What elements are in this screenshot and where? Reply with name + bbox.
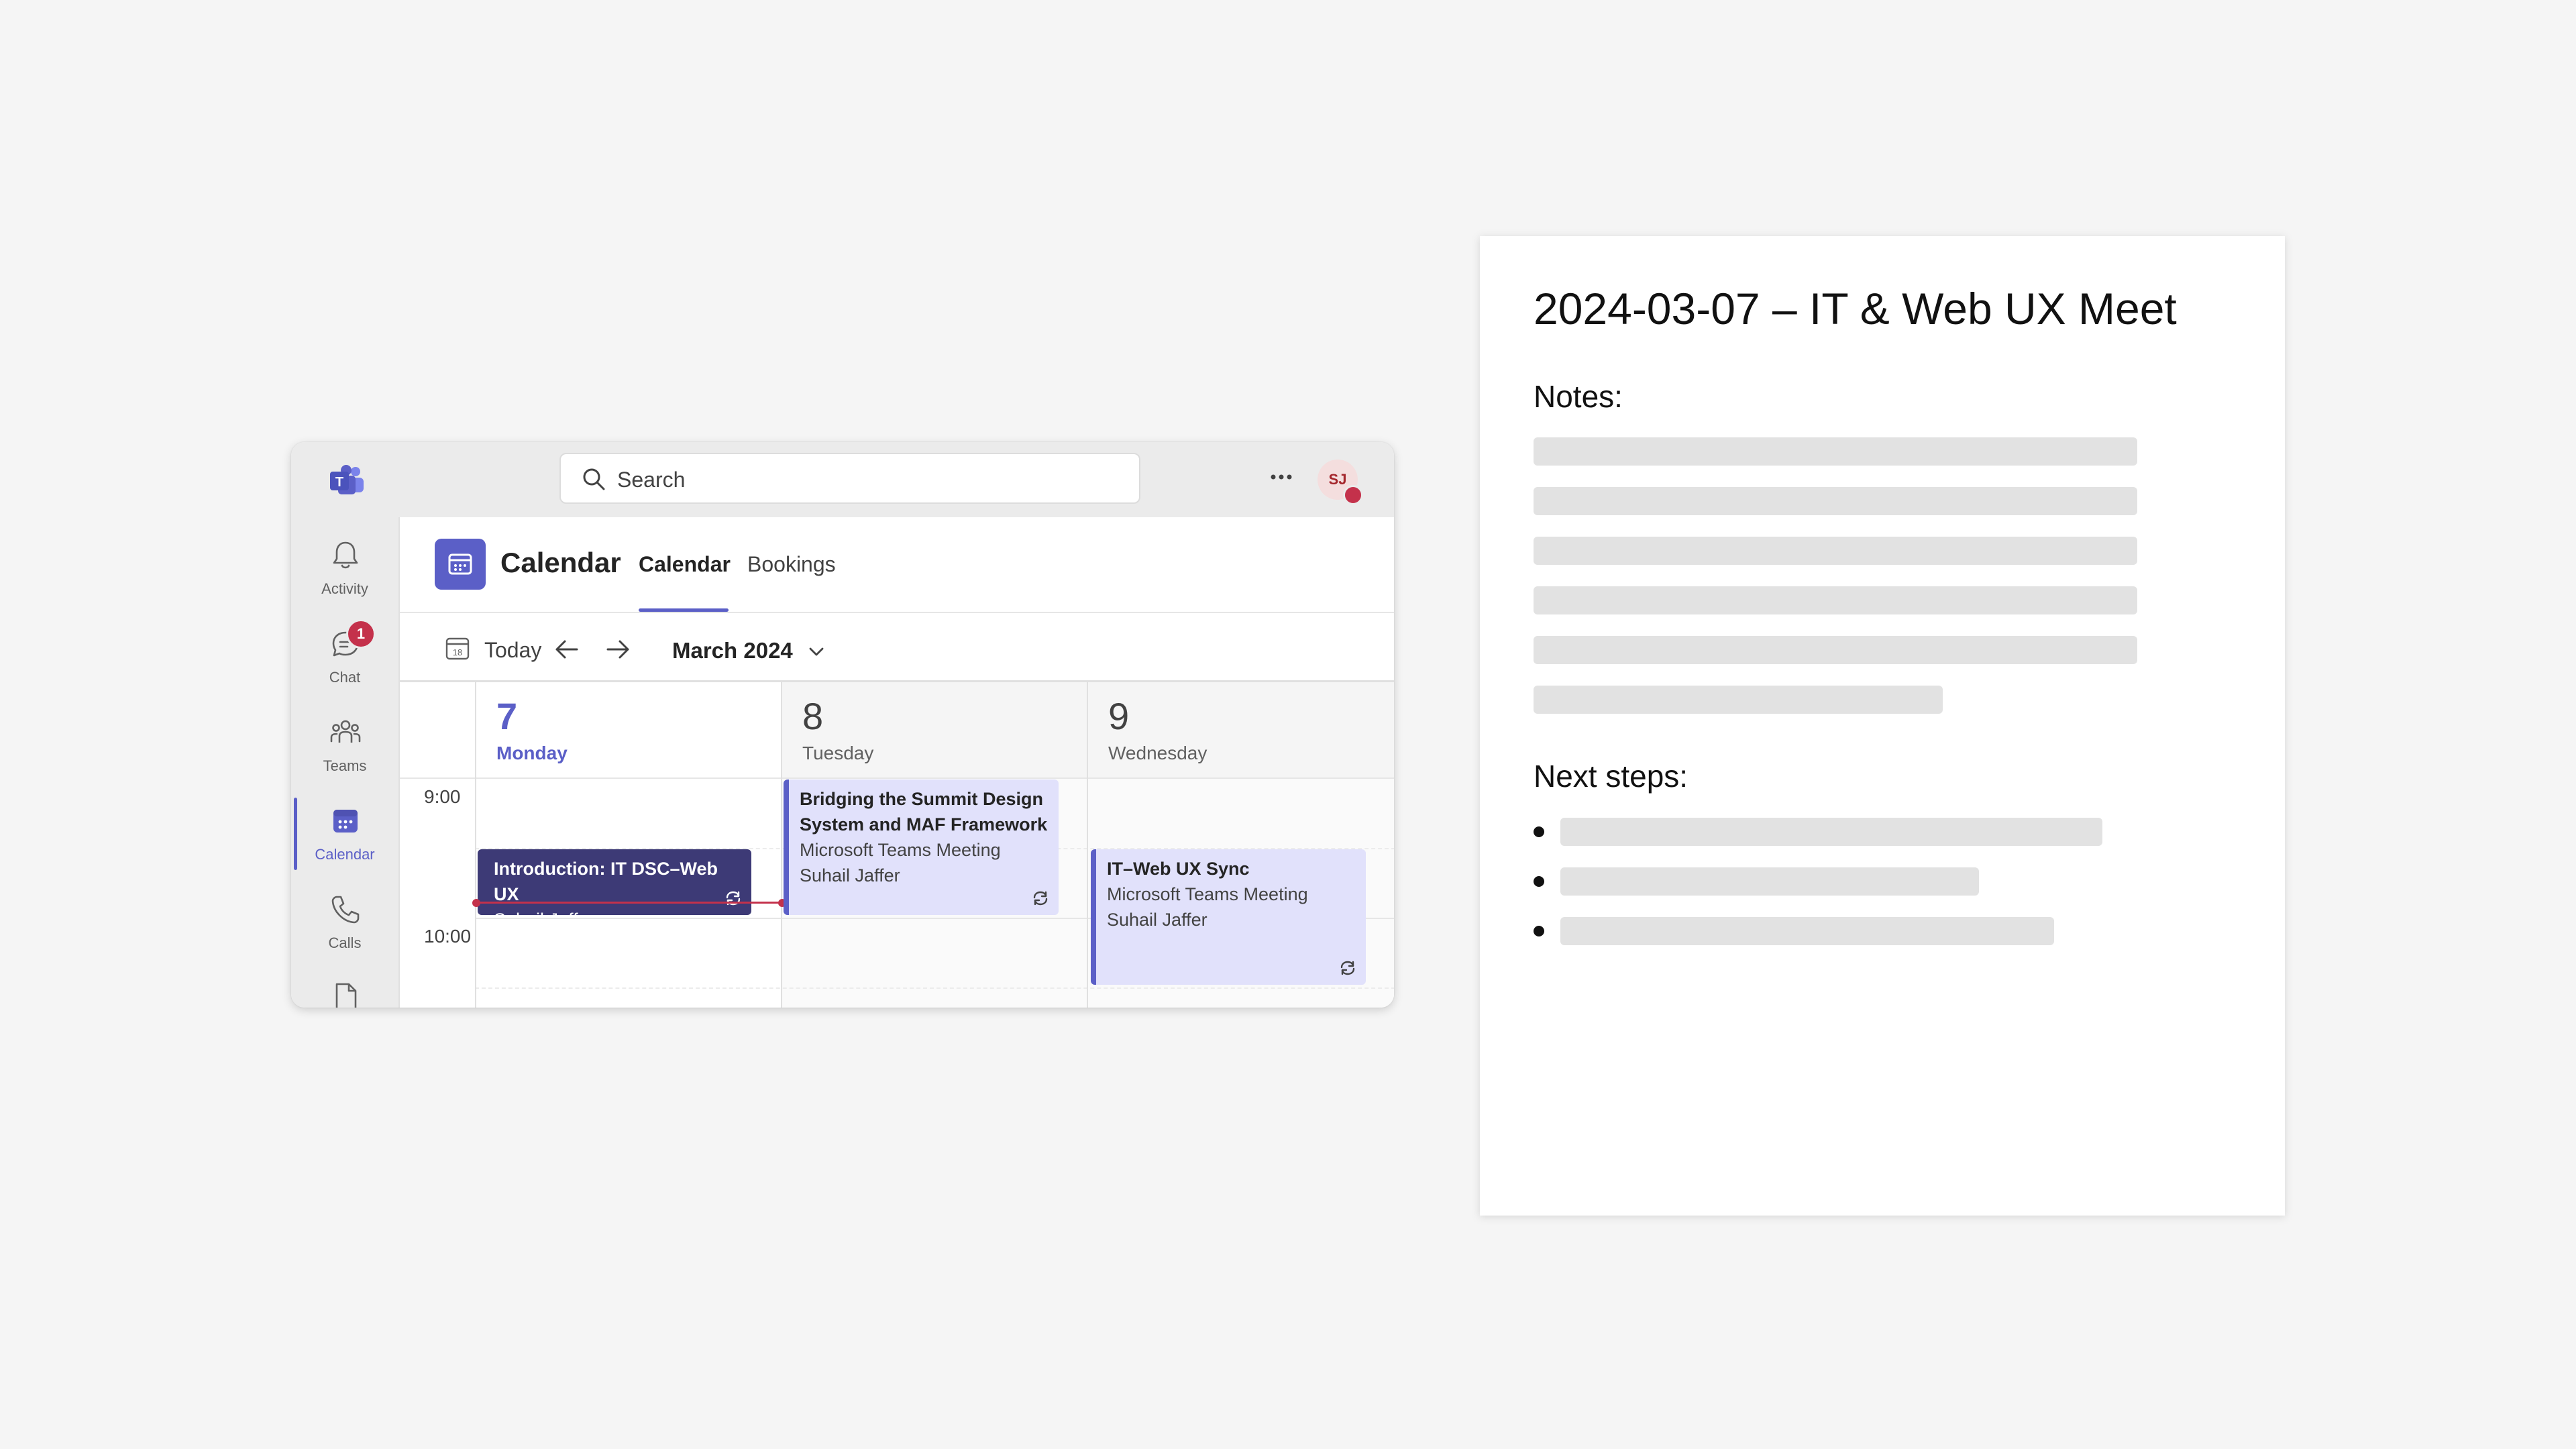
app-rail: Activity 1 Chat Teams Calendar Calls bbox=[291, 517, 398, 1008]
event-bridging-summit[interactable]: Bridging the Summit Design System and MA… bbox=[784, 780, 1059, 915]
event-organizer: Suhail Jaffer bbox=[800, 865, 900, 885]
file-icon bbox=[335, 983, 357, 1008]
rail-label-calls: Calls bbox=[328, 934, 362, 951]
torn-edge bbox=[1480, 1173, 2285, 1214]
next-step-placeholder bbox=[1560, 818, 2102, 846]
search-input[interactable]: Search bbox=[559, 453, 1140, 504]
more-options-icon[interactable] bbox=[1261, 457, 1301, 497]
current-time-dot bbox=[472, 899, 480, 907]
title-bar: T Search SJ bbox=[291, 442, 1394, 517]
today-icon-number: 18 bbox=[453, 647, 462, 657]
arrow-left-icon[interactable] bbox=[551, 634, 582, 665]
week-grid: 7 Monday 8 Tuesday 9 Wednesday 9:00 10:0… bbox=[400, 680, 1394, 1008]
rail-label-activity: Activity bbox=[321, 580, 368, 597]
note-title: 2024-03-07 – IT & Web UX Meet bbox=[1534, 284, 2177, 333]
teams-window: T Search SJ Activity 1 Chat Teams Calend… bbox=[291, 442, 1394, 1008]
day-number: 8 bbox=[802, 695, 824, 737]
notes-placeholder-line bbox=[1534, 437, 2137, 466]
notes-placeholder-line bbox=[1534, 487, 2137, 515]
next-step-placeholder bbox=[1560, 917, 2054, 945]
presence-status-icon bbox=[1343, 485, 1363, 505]
recurring-icon bbox=[726, 891, 741, 906]
event-it-web-ux-sync[interactable]: IT–Web UX Sync Microsoft Teams Meeting S… bbox=[1091, 849, 1366, 985]
next-steps-heading: Next steps: bbox=[1534, 759, 1688, 794]
tab-calendar[interactable]: Calendar bbox=[639, 552, 731, 577]
page-title: Calendar bbox=[500, 547, 621, 578]
recurring-icon bbox=[1033, 891, 1048, 906]
next-step-placeholder bbox=[1560, 867, 1979, 896]
notes-heading: Notes: bbox=[1534, 379, 1623, 414]
notes-placeholder-line bbox=[1534, 686, 1943, 714]
time-label-9: 9:00 bbox=[424, 786, 461, 807]
bullet-dot bbox=[1534, 876, 1544, 887]
bell-icon bbox=[333, 541, 358, 569]
day-name: Monday bbox=[496, 743, 568, 763]
notes-placeholder-line bbox=[1534, 586, 2137, 614]
notes-placeholder-line bbox=[1534, 636, 2137, 664]
rail-label-calendar: Calendar bbox=[315, 846, 375, 863]
calendar-today-icon[interactable]: 18 bbox=[444, 635, 471, 662]
day-name: Tuesday bbox=[802, 743, 874, 763]
calendar-app-icon bbox=[435, 539, 486, 590]
calendar-main: Calendar Calendar Bookings 18 Today Marc… bbox=[398, 517, 1394, 1008]
chevron-down-icon[interactable] bbox=[805, 641, 828, 663]
event-organizer: Suhail Jaffer bbox=[1107, 910, 1208, 930]
event-title: Introduction: IT DSC–Web UX bbox=[494, 859, 718, 904]
rail-item-chat[interactable]: 1 Chat bbox=[291, 614, 398, 697]
event-title: Bridging the Summit Design System and MA… bbox=[800, 789, 1048, 835]
rail-item-activity[interactable]: Activity bbox=[291, 525, 398, 608]
current-time-line bbox=[476, 902, 782, 904]
event-location: Microsoft Teams Meeting bbox=[1107, 884, 1308, 904]
rail-label-teams: Teams bbox=[323, 757, 367, 774]
time-label-10: 10:00 bbox=[424, 926, 472, 947]
search-icon bbox=[583, 468, 605, 490]
arrow-right-icon[interactable] bbox=[602, 634, 633, 665]
rail-item-teams[interactable]: Teams bbox=[291, 702, 398, 786]
chat-unread-badge: 1 bbox=[346, 619, 376, 649]
day-number: 7 bbox=[496, 695, 518, 737]
bullet-dot bbox=[1534, 926, 1544, 936]
rail-label-chat: Chat bbox=[329, 669, 361, 686]
rail-item-calls[interactable]: Calls bbox=[291, 879, 398, 963]
event-location: Microsoft Teams Meeting bbox=[800, 840, 1001, 860]
phone-icon bbox=[331, 896, 360, 924]
recurring-icon bbox=[1340, 961, 1355, 975]
today-button[interactable]: Today bbox=[484, 638, 541, 663]
people-icon bbox=[330, 720, 361, 743]
rail-item-calendar[interactable]: Calendar bbox=[291, 791, 398, 874]
header-divider bbox=[400, 612, 1394, 613]
calendar-icon bbox=[333, 810, 358, 833]
rail-item-files[interactable] bbox=[291, 968, 398, 1008]
event-organizer: Suhail Jaffer bbox=[494, 907, 742, 915]
event-title: IT–Web UX Sync bbox=[1107, 859, 1250, 879]
month-selector[interactable]: March 2024 bbox=[672, 638, 793, 663]
event-introduction[interactable]: Introduction: IT DSC–Web UX Suhail Jaffe… bbox=[478, 849, 751, 915]
day-header-tuesday[interactable]: 8 Tuesday bbox=[782, 682, 1087, 777]
search-placeholder: Search bbox=[617, 468, 686, 492]
day-header-wednesday[interactable]: 9 Wednesday bbox=[1088, 682, 1394, 777]
teams-logo-icon[interactable]: T bbox=[327, 461, 366, 500]
svg-text:T: T bbox=[335, 475, 343, 490]
calendar-icon bbox=[448, 553, 472, 575]
day-number: 9 bbox=[1108, 695, 1130, 737]
tab-bookings[interactable]: Bookings bbox=[747, 552, 836, 577]
meeting-notes-card: 2024-03-07 – IT & Web UX Meet Notes: Nex… bbox=[1480, 236, 2285, 1216]
day-header-monday[interactable]: 7 Monday bbox=[476, 682, 781, 777]
notes-placeholder-line bbox=[1534, 537, 2137, 565]
bullet-dot bbox=[1534, 826, 1544, 837]
day-name: Wednesday bbox=[1108, 743, 1208, 763]
